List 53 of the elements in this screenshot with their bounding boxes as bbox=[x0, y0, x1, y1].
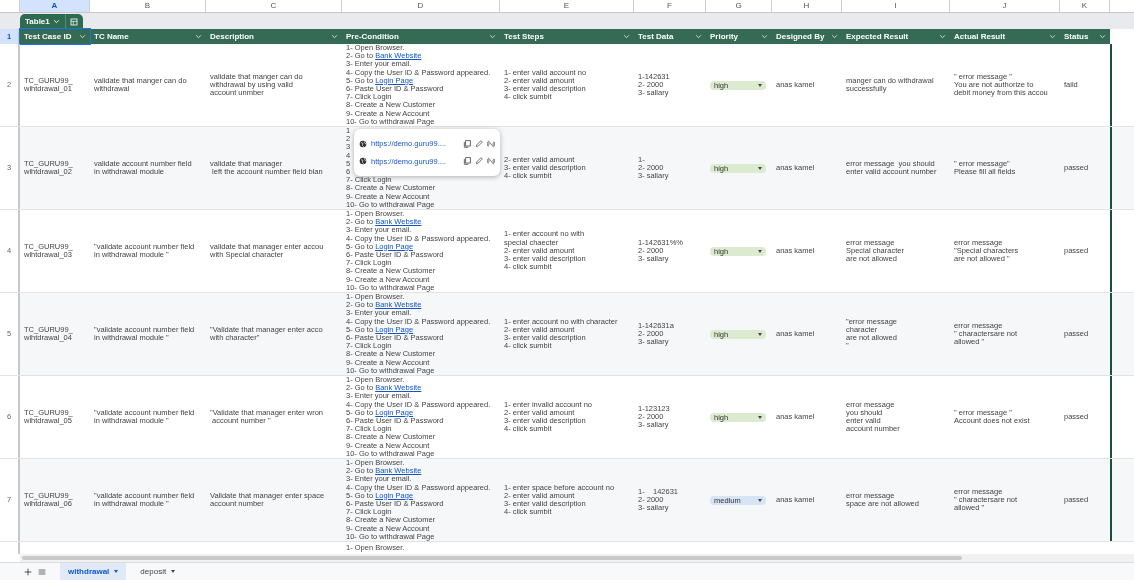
plus-icon bbox=[24, 567, 32, 576]
copy-icon[interactable] bbox=[463, 139, 471, 148]
menu-icon bbox=[38, 567, 46, 576]
column-letter[interactable]: A bbox=[20, 0, 90, 12]
caret-icon bbox=[758, 332, 762, 336]
caret-icon bbox=[758, 249, 762, 253]
column-header: Priority bbox=[710, 31, 738, 42]
sheet-tab[interactable]: deposit bbox=[132, 562, 184, 580]
column-letter[interactable]: G bbox=[706, 0, 772, 12]
column-letter[interactable]: J bbox=[950, 0, 1060, 12]
horizontal-scrollbar[interactable] bbox=[20, 554, 1134, 562]
caret-icon bbox=[171, 570, 176, 573]
globe-icon bbox=[359, 157, 367, 166]
caret-icon bbox=[758, 415, 762, 419]
column-header: Test Data bbox=[638, 31, 674, 42]
column-letter[interactable]: F bbox=[634, 0, 706, 12]
chevron-down-icon[interactable] bbox=[79, 33, 86, 40]
column-letter[interactable]: C bbox=[206, 0, 342, 12]
column-letter[interactable]: I bbox=[842, 0, 950, 12]
chevron-down-icon[interactable] bbox=[761, 33, 768, 40]
chevron-down-icon[interactable] bbox=[939, 33, 946, 40]
column-header: TC Name bbox=[94, 31, 129, 42]
column-header: Expected Result bbox=[846, 31, 909, 42]
column-letter[interactable]: H bbox=[772, 0, 842, 12]
chevron-down-icon[interactable] bbox=[1099, 33, 1106, 40]
chevron-down-icon[interactable] bbox=[489, 33, 496, 40]
column-letter[interactable]: D bbox=[342, 0, 500, 12]
all-sheets-button[interactable] bbox=[38, 567, 46, 576]
column-letter[interactable]: K bbox=[1060, 0, 1110, 12]
copy-icon[interactable] bbox=[463, 157, 471, 166]
add-sheet-button[interactable] bbox=[24, 567, 32, 576]
table-icon bbox=[70, 17, 79, 26]
column-header: Test Steps bbox=[504, 31, 544, 42]
chevron-down-icon[interactable] bbox=[695, 33, 702, 40]
caret-icon bbox=[758, 166, 762, 170]
chevron-down-icon[interactable] bbox=[623, 33, 630, 40]
chevron-down-icon[interactable] bbox=[831, 33, 838, 40]
column-header: Test Case ID bbox=[24, 31, 72, 42]
column-letter[interactable]: B bbox=[90, 0, 206, 12]
chevron-down-icon[interactable] bbox=[331, 33, 338, 40]
column-header: Actual Result bbox=[954, 31, 1006, 42]
caret-icon bbox=[114, 570, 119, 573]
column-header: Status bbox=[1064, 31, 1089, 42]
column-header: Description bbox=[210, 31, 254, 42]
globe-icon bbox=[359, 139, 367, 148]
caret-icon bbox=[758, 498, 762, 502]
chevron-down-icon[interactable] bbox=[1049, 33, 1056, 40]
column-header: Pre-Condition bbox=[346, 31, 399, 42]
chevron-down-icon[interactable] bbox=[195, 33, 202, 40]
sheet-tab[interactable]: withdrawal bbox=[60, 562, 127, 580]
caret-icon bbox=[758, 83, 762, 87]
column-header: Designed By bbox=[776, 31, 825, 42]
column-letter[interactable]: E bbox=[500, 0, 634, 12]
